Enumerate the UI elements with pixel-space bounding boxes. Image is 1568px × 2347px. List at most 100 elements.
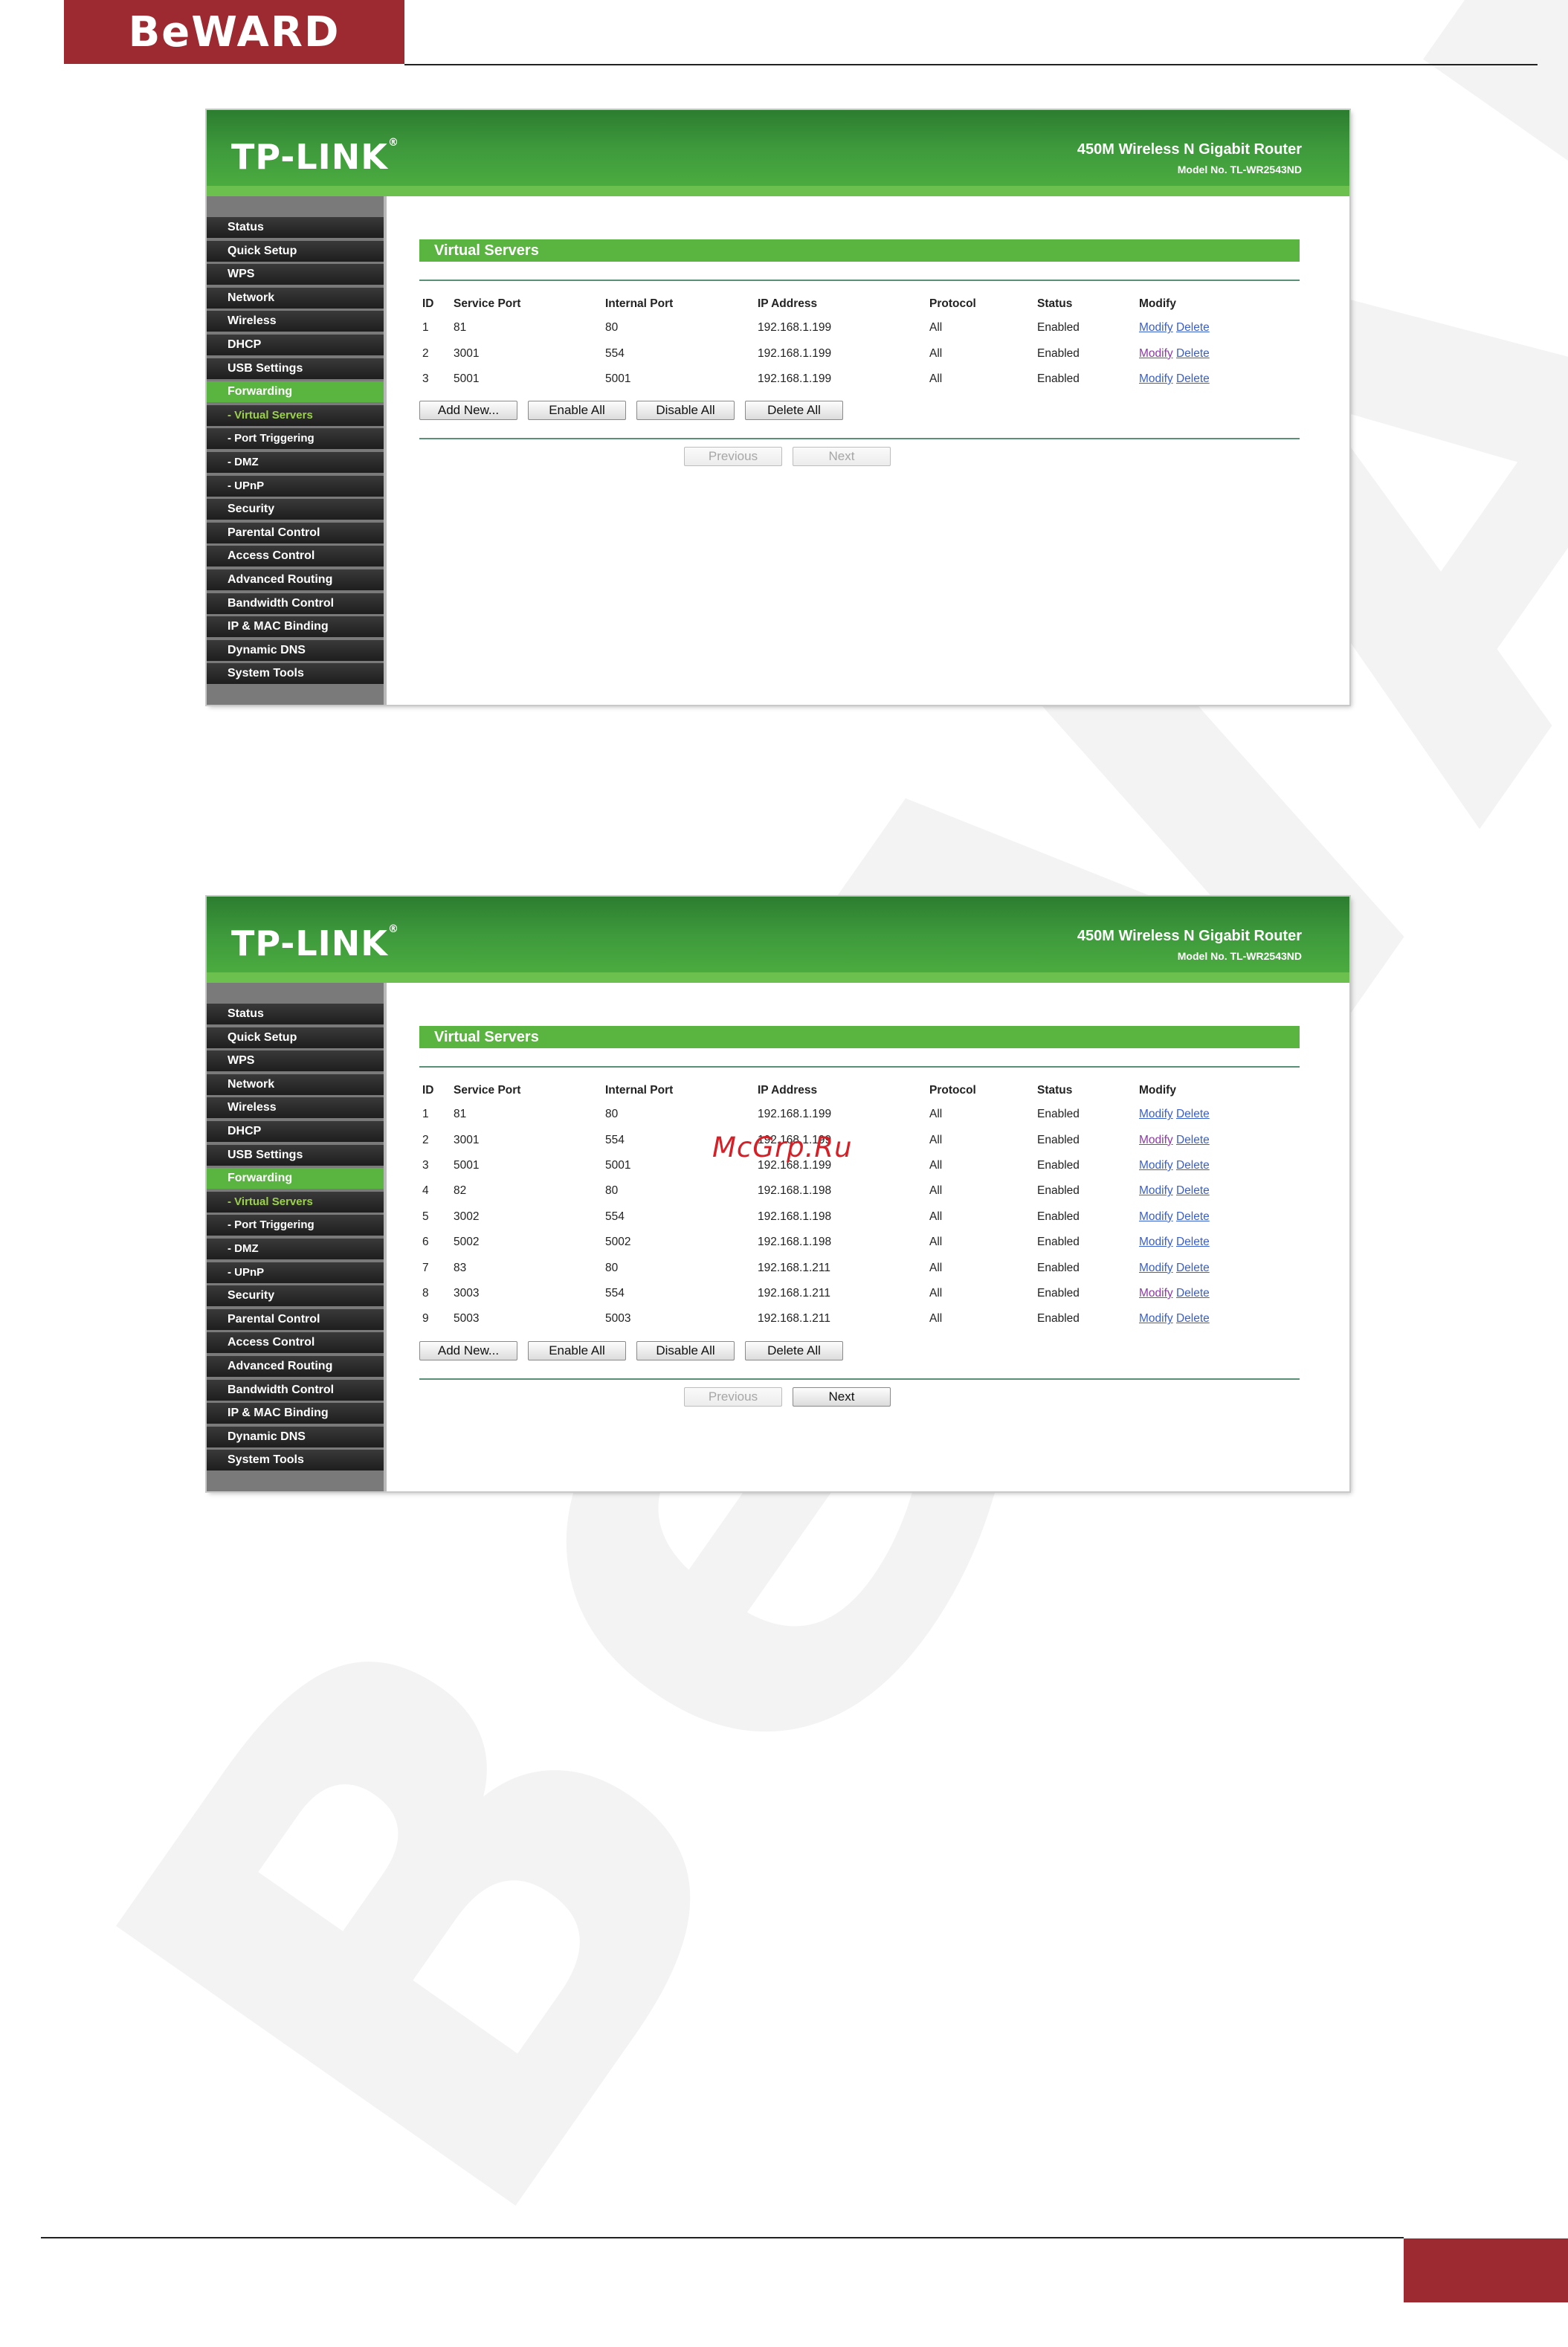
sidebar-item[interactable]: Access Control bbox=[207, 1332, 384, 1354]
delete-link[interactable]: Delete bbox=[1176, 1108, 1210, 1120]
sidebar-item[interactable]: - DMZ bbox=[207, 1238, 384, 1259]
cell-status: Enabled bbox=[1037, 1108, 1080, 1121]
table-row: 2 3001 554 192.168.1.199 All Enabled Modify De… bbox=[419, 1127, 1288, 1152]
sidebar-item[interactable]: Forwarding bbox=[207, 1168, 384, 1189]
sidebar-item[interactable]: DHCP bbox=[207, 1120, 384, 1142]
sidebar-item[interactable]: - UPnP bbox=[207, 1262, 384, 1283]
content-area: Virtual Servers ID Service Port Internal Po… bbox=[387, 983, 1349, 1491]
modify-link[interactable]: Modify bbox=[1139, 347, 1173, 360]
section-title: Virtual Servers bbox=[419, 239, 1300, 262]
cell-ip: 192.168.1.199 bbox=[758, 346, 832, 360]
table-row: 2 3001 554 192.168.1.199 All Enabled Modify De… bbox=[419, 340, 1288, 366]
router-header: TP-LINK® 450M Wireless N Gigabit Router Mo… bbox=[207, 110, 1349, 196]
sidebar-item[interactable]: USB Settings bbox=[207, 358, 384, 379]
sidebar-item[interactable]: Status bbox=[207, 1004, 384, 1024]
delete-link[interactable]: Delete bbox=[1176, 1262, 1210, 1274]
virtual-servers-table: ID Service Port Internal Port IP Address Pro… bbox=[419, 293, 1288, 392]
delete-link[interactable]: Delete bbox=[1176, 1236, 1210, 1248]
modify-link[interactable]: Modify bbox=[1139, 1108, 1173, 1120]
sidebar-item[interactable]: Quick Setup bbox=[207, 240, 384, 262]
next-button[interactable]: Next bbox=[793, 447, 891, 467]
modify-link[interactable]: Modify bbox=[1139, 1287, 1173, 1300]
sidebar-item[interactable]: DHCP bbox=[207, 334, 384, 355]
sidebar-item[interactable]: - Port Triggering bbox=[207, 428, 384, 450]
column-header: ID bbox=[422, 1084, 434, 1097]
sidebar-item[interactable]: Bandwidth Control bbox=[207, 1379, 384, 1401]
delete-all-button[interactable]: Delete All bbox=[745, 1340, 843, 1360]
delete-link[interactable]: Delete bbox=[1176, 1134, 1210, 1146]
sidebar-item[interactable]: Advanced Routing bbox=[207, 569, 384, 590]
sidebar-item[interactable]: Dynamic DNS bbox=[207, 1426, 384, 1447]
add-new-button[interactable]: Add New... bbox=[419, 401, 517, 421]
sidebar-item[interactable]: Network bbox=[207, 1074, 384, 1095]
delete-link[interactable]: Delete bbox=[1176, 1210, 1210, 1223]
sidebar-item[interactable]: Network bbox=[207, 287, 384, 309]
sidebar-item[interactable]: IP & MAC Binding bbox=[207, 616, 384, 638]
sidebar-item[interactable]: - Virtual Servers bbox=[207, 404, 384, 426]
enable-all-button[interactable]: Enable All bbox=[528, 1340, 626, 1360]
sidebar-item[interactable]: Advanced Routing bbox=[207, 1355, 384, 1377]
sidebar-item[interactable]: WPS bbox=[207, 264, 384, 285]
sidebar-item[interactable]: System Tools bbox=[207, 1450, 384, 1471]
sidebar-item[interactable]: USB Settings bbox=[207, 1144, 384, 1166]
delete-link[interactable]: Delete bbox=[1176, 1312, 1210, 1325]
column-header: Protocol bbox=[929, 297, 976, 310]
modify-link[interactable]: Modify bbox=[1139, 1262, 1173, 1274]
cell-internal-port: 554 bbox=[605, 1210, 625, 1223]
sidebar-item[interactable]: Wireless bbox=[207, 311, 384, 332]
cell-modify: Modify Delete bbox=[1139, 367, 1288, 392]
tplink-logo-mark: ® bbox=[387, 137, 399, 149]
delete-link[interactable]: Delete bbox=[1176, 347, 1210, 360]
cell-service-port: 3001 bbox=[454, 346, 480, 360]
sidebar-item[interactable]: Parental Control bbox=[207, 1308, 384, 1330]
cell-id: 5 bbox=[422, 1210, 429, 1223]
previous-button[interactable]: Previous bbox=[684, 447, 782, 467]
delete-all-button[interactable]: Delete All bbox=[745, 401, 843, 421]
sidebar-item[interactable]: Status bbox=[207, 217, 384, 238]
sidebar-item[interactable]: Wireless bbox=[207, 1097, 384, 1119]
delete-link[interactable]: Delete bbox=[1176, 372, 1210, 385]
sidebar-item[interactable]: Security bbox=[207, 1285, 384, 1307]
modify-link[interactable]: Modify bbox=[1139, 1312, 1173, 1325]
next-button[interactable]: Next bbox=[793, 1386, 891, 1407]
delete-link[interactable]: Delete bbox=[1176, 1184, 1210, 1197]
sidebar-item[interactable]: - Virtual Servers bbox=[207, 1191, 384, 1213]
delete-link[interactable]: Delete bbox=[1176, 321, 1210, 334]
buttons-divider bbox=[419, 438, 1300, 440]
disable-all-button[interactable]: Disable All bbox=[636, 401, 735, 421]
sidebar-menu: Status Quick Setup WPS Network Wireless DHCP U… bbox=[207, 983, 387, 1491]
cell-modify: Modify Delete bbox=[1139, 315, 1288, 340]
modify-link[interactable]: Modify bbox=[1139, 1184, 1173, 1197]
sidebar-item[interactable]: Parental Control bbox=[207, 522, 384, 543]
add-new-button[interactable]: Add New... bbox=[419, 1340, 517, 1360]
cell-internal-port: 554 bbox=[605, 346, 625, 360]
sidebar-item[interactable]: - DMZ bbox=[207, 451, 384, 473]
sidebar-item[interactable]: Dynamic DNS bbox=[207, 639, 384, 661]
sidebar-item[interactable]: System Tools bbox=[207, 663, 384, 685]
sidebar-item[interactable]: Access Control bbox=[207, 546, 384, 567]
sidebar-item[interactable]: - Port Triggering bbox=[207, 1215, 384, 1236]
modify-link[interactable]: Modify bbox=[1139, 372, 1173, 385]
cell-modify: Modify Delete bbox=[1139, 340, 1288, 366]
sidebar-item[interactable]: Forwarding bbox=[207, 381, 384, 403]
delete-link[interactable]: Delete bbox=[1176, 1287, 1210, 1300]
cell-protocol: All bbox=[929, 1236, 943, 1249]
sidebar-item[interactable]: Security bbox=[207, 499, 384, 520]
modify-link[interactable]: Modify bbox=[1139, 1236, 1173, 1248]
sidebar-item[interactable]: Quick Setup bbox=[207, 1027, 384, 1048]
modify-link[interactable]: Modify bbox=[1139, 1210, 1173, 1223]
sidebar-item[interactable]: IP & MAC Binding bbox=[207, 1403, 384, 1424]
modify-link[interactable]: Modify bbox=[1139, 1134, 1173, 1146]
modify-link[interactable]: Modify bbox=[1139, 1159, 1173, 1172]
cell-id: 9 bbox=[422, 1312, 429, 1326]
cell-internal-port: 5002 bbox=[605, 1236, 631, 1249]
disable-all-button[interactable]: Disable All bbox=[636, 1340, 735, 1360]
modify-link[interactable]: Modify bbox=[1139, 321, 1173, 334]
sidebar-item[interactable]: Bandwidth Control bbox=[207, 593, 384, 614]
enable-all-button[interactable]: Enable All bbox=[528, 401, 626, 421]
previous-button[interactable]: Previous bbox=[684, 1386, 782, 1407]
delete-link[interactable]: Delete bbox=[1176, 1159, 1210, 1172]
sidebar-item[interactable]: WPS bbox=[207, 1050, 384, 1072]
cell-service-port: 81 bbox=[454, 1108, 467, 1121]
sidebar-item[interactable]: - UPnP bbox=[207, 475, 384, 497]
